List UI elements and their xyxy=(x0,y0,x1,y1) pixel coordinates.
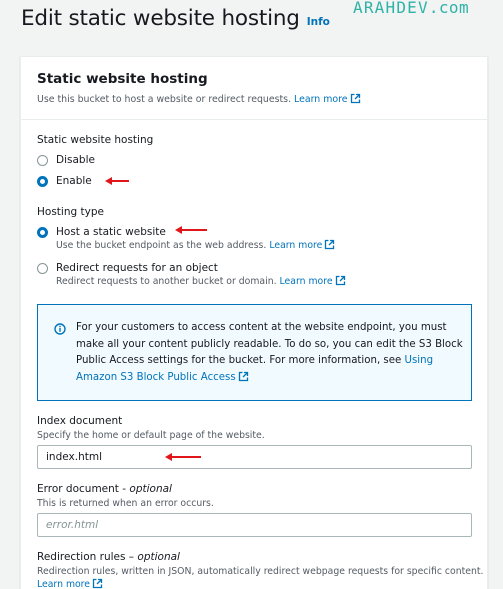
external-link-icon xyxy=(325,239,335,250)
external-link-icon xyxy=(350,93,360,104)
radio-disable[interactable]: Disable xyxy=(37,153,95,167)
radio-button[interactable] xyxy=(37,155,48,166)
learn-more-link[interactable]: Learn more xyxy=(294,93,360,105)
panel-description: Use this bucket to host a website or red… xyxy=(37,93,361,105)
radio-label: Redirect requests for an object xyxy=(56,262,218,274)
learn-more-label: Learn more xyxy=(269,240,323,251)
alert-text: For your customers to access content at … xyxy=(76,320,466,386)
redirection-rules-hint: Redirection rules, written in JSON, auto… xyxy=(37,566,484,577)
watermark-suffix: .com xyxy=(428,0,469,17)
error-document-hint: This is returned when an error occurs. xyxy=(37,498,214,509)
error-document-input[interactable] xyxy=(37,513,472,537)
info-icon xyxy=(54,323,66,335)
learn-more-label: Learn more xyxy=(279,276,333,287)
redirection-rules-label: Redirection rules – optional xyxy=(37,551,180,563)
watermark: ARAHDEV.com xyxy=(353,0,469,17)
info-link[interactable]: Info xyxy=(307,16,330,28)
radio-description-text: Redirect requests to another bucket or d… xyxy=(56,276,277,287)
learn-more-label: Learn more xyxy=(294,94,348,105)
optional-tag: optional xyxy=(137,551,180,563)
external-link-icon xyxy=(335,275,345,286)
watermark-text: ARAHDEV xyxy=(353,0,429,17)
error-document-label-text: Error document xyxy=(37,483,119,495)
hosting-label: Static website hosting xyxy=(37,134,154,146)
optional-tag: optional xyxy=(129,483,172,495)
radio-description: Redirect requests to another bucket or d… xyxy=(56,275,346,288)
annotation-arrow xyxy=(105,177,129,185)
static-hosting-panel: Static website hosting Use this bucket t… xyxy=(20,56,488,589)
radio-label: Enable xyxy=(56,175,92,187)
info-alert: For your customers to access content at … xyxy=(37,304,472,401)
learn-more-link[interactable]: Learn more xyxy=(37,578,103,589)
index-document-input[interactable] xyxy=(37,445,472,469)
learn-more-link[interactable]: Learn more xyxy=(269,239,335,251)
panel-header: Static website hosting Use this bucket t… xyxy=(21,57,487,120)
panel-title: Static website hosting xyxy=(37,71,208,87)
external-link-icon xyxy=(238,371,248,381)
error-document-label: Error document - optional xyxy=(37,483,172,495)
panel-description-text: Use this bucket to host a website or red… xyxy=(37,94,292,105)
radio-description-text: Use the bucket endpoint as the web addre… xyxy=(56,240,267,251)
redirection-rules-label-text: Redirection rules xyxy=(37,551,126,563)
radio-label: Disable xyxy=(56,154,95,166)
radio-description: Use the bucket endpoint as the web addre… xyxy=(56,239,335,252)
index-document-label: Index document xyxy=(37,415,123,427)
radio-button[interactable] xyxy=(37,263,48,274)
radio-enable[interactable]: Enable xyxy=(37,174,92,188)
hosting-type-label: Hosting type xyxy=(37,206,104,218)
page-header: Edit static website hosting Info xyxy=(21,6,330,31)
learn-more-label: Learn more xyxy=(37,579,91,589)
annotation-arrow xyxy=(175,226,207,234)
learn-more-link[interactable]: Learn more xyxy=(279,275,346,287)
external-link-icon xyxy=(92,578,103,589)
redirection-learn-more: Learn more xyxy=(37,578,103,589)
page-title: Edit static website hosting xyxy=(21,6,300,31)
index-document-hint: Specify the home or default page of the … xyxy=(37,430,265,441)
radio-button-selected[interactable] xyxy=(37,176,48,187)
radio-redirect-requests[interactable]: Redirect requests for an object Redirect… xyxy=(37,261,346,288)
annotation-arrow xyxy=(165,453,201,461)
radio-button-selected[interactable] xyxy=(37,227,48,238)
